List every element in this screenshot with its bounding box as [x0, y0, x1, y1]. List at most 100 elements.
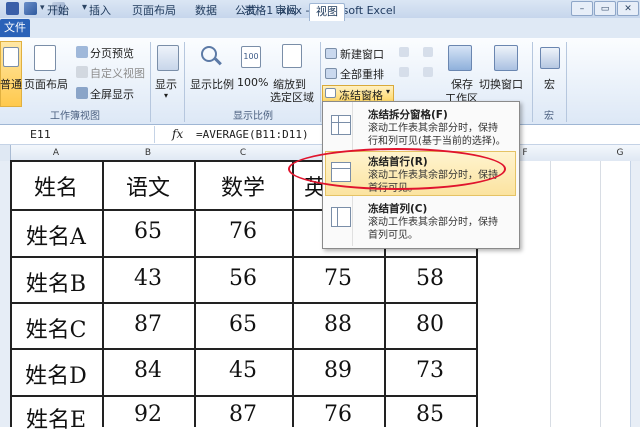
column-header-c[interactable]: C: [194, 148, 292, 158]
column-header-g[interactable]: G: [600, 148, 640, 158]
menu-item-desc: 滚动工作表其余部分时，保持: [368, 123, 498, 134]
macros-button[interactable]: 宏: [544, 76, 555, 92]
zoom-100-icon: 100: [241, 46, 261, 68]
table-cell[interactable]: 65: [102, 219, 194, 244]
table-cell[interactable]: 75: [292, 266, 384, 291]
macros-icon: [540, 47, 560, 69]
zoom-100-button[interactable]: 100%: [237, 76, 268, 89]
group-separator: [150, 42, 151, 122]
show-dropdown-icon[interactable]: ▾: [164, 91, 168, 100]
table-cell[interactable]: 58: [384, 266, 476, 291]
menu-item-desc: 行和列可见(基于当前的选择)。: [368, 136, 506, 147]
split-icon[interactable]: [399, 47, 409, 57]
table-border: [10, 395, 478, 397]
custom-views-button[interactable]: 自定义视图: [90, 65, 145, 81]
switch-window-icon: [494, 45, 518, 71]
table-cell[interactable]: 87: [102, 312, 194, 337]
minimize-icon[interactable]: –: [571, 1, 593, 16]
table-cell[interactable]: 80: [384, 312, 476, 337]
table-cell[interactable]: 73: [384, 358, 476, 383]
group-separator: [532, 42, 533, 122]
menu-item-title: 冻结拆分窗格(F): [368, 109, 448, 121]
workbook-views-group-label: 工作簿视图: [50, 111, 100, 122]
tab-insert[interactable]: 插入: [82, 3, 118, 20]
page-break-icon: [76, 46, 88, 58]
page-layout-icon: [34, 45, 56, 71]
insert-function-button[interactable]: fx: [172, 127, 183, 141]
zoom-selection-icon: [282, 44, 302, 68]
show-button[interactable]: 显示: [155, 76, 177, 92]
full-screen-icon: [76, 87, 88, 99]
close-icon[interactable]: ✕: [617, 1, 639, 16]
formula-input[interactable]: =AVERAGE(B11:D11): [196, 128, 309, 141]
table-cell[interactable]: 76: [194, 219, 292, 244]
freeze-first-column-icon: [331, 207, 351, 227]
table-border: [10, 348, 478, 350]
page-break-button[interactable]: 分页预览: [90, 45, 134, 61]
table-cell[interactable]: 56: [194, 266, 292, 291]
tab-review[interactable]: 审阅: [268, 3, 304, 20]
table-border: [10, 256, 478, 258]
sync-scroll-icon[interactable]: [423, 67, 433, 77]
table-cell[interactable]: 姓名E: [10, 402, 102, 434]
column-header-a[interactable]: A: [10, 148, 102, 158]
normal-view-label: 普通: [0, 78, 22, 91]
annotation-ring: [288, 148, 506, 190]
table-cell[interactable]: 89: [292, 358, 384, 383]
freeze-panes-dropdown-icon: ▾: [386, 87, 391, 96]
table-cell[interactable]: 43: [102, 266, 194, 291]
table-cell[interactable]: 姓名A: [10, 219, 102, 251]
table-cell[interactable]: 姓名C: [10, 312, 102, 344]
table-cell[interactable]: 84: [102, 358, 194, 383]
tab-home[interactable]: 开始: [40, 3, 76, 20]
save-workspace-icon: [448, 45, 472, 71]
tab-data[interactable]: 数据: [188, 3, 224, 20]
group-separator: [320, 42, 321, 122]
table-header-cell[interactable]: 数学: [194, 170, 292, 202]
name-box[interactable]: E11: [0, 126, 155, 143]
column-header-b[interactable]: B: [102, 148, 194, 158]
show-icon: [157, 45, 179, 71]
full-screen-button[interactable]: 全屏显示: [90, 86, 134, 102]
ribbon-tab-row: [0, 18, 640, 39]
table-border: [10, 302, 478, 304]
page-layout-button[interactable]: 页面布局: [24, 76, 68, 92]
tab-page-layout[interactable]: 页面布局: [124, 3, 184, 20]
table-header-cell[interactable]: 姓名: [10, 170, 102, 202]
new-window-icon: [325, 48, 337, 59]
menu-item-desc: 首列可见。: [368, 230, 418, 241]
grid-line: [600, 161, 601, 427]
table-cell[interactable]: 姓名B: [10, 266, 102, 298]
table-cell[interactable]: 76: [292, 402, 384, 427]
menu-item-desc: 滚动工作表其余部分时，保持: [368, 217, 498, 228]
table-cell[interactable]: 65: [194, 312, 292, 337]
restore-icon[interactable]: ▭: [594, 1, 616, 16]
tab-formula[interactable]: 公式: [228, 3, 264, 20]
switch-window-button[interactable]: 切换窗口: [479, 76, 523, 92]
tab-file[interactable]: 文件: [0, 19, 30, 37]
hide-icon[interactable]: [399, 67, 409, 77]
zoom-selection-label-2: 选定区域: [270, 91, 314, 104]
table-cell[interactable]: 姓名D: [10, 358, 102, 390]
table-cell[interactable]: 88: [292, 312, 384, 337]
table-cell[interactable]: 92: [102, 402, 194, 427]
freeze-panes-icon: [325, 88, 336, 98]
menu-item-title: 冻结首列(C): [368, 203, 428, 215]
table-cell[interactable]: 45: [194, 358, 292, 383]
group-separator: [184, 42, 185, 122]
custom-views-icon: [76, 66, 88, 78]
table-header-cell[interactable]: 语文: [102, 170, 194, 202]
group-separator: [566, 42, 567, 122]
new-window-button[interactable]: 新建窗口: [340, 46, 384, 62]
table-cell[interactable]: 87: [194, 402, 292, 427]
zoom-button[interactable]: 显示比例: [190, 76, 234, 92]
table-cell[interactable]: 85: [384, 402, 476, 427]
macros-group-label: 宏: [544, 111, 554, 122]
vertical-scrollbar[interactable]: [630, 161, 640, 427]
freeze-panes-menu-icon: [331, 115, 351, 135]
tab-view[interactable]: 视图: [309, 3, 345, 21]
arrange-all-icon: [325, 68, 337, 79]
side-by-side-icon[interactable]: [423, 47, 433, 57]
arrange-all-button[interactable]: 全部重排: [340, 66, 384, 82]
normal-view-icon: [3, 47, 19, 67]
